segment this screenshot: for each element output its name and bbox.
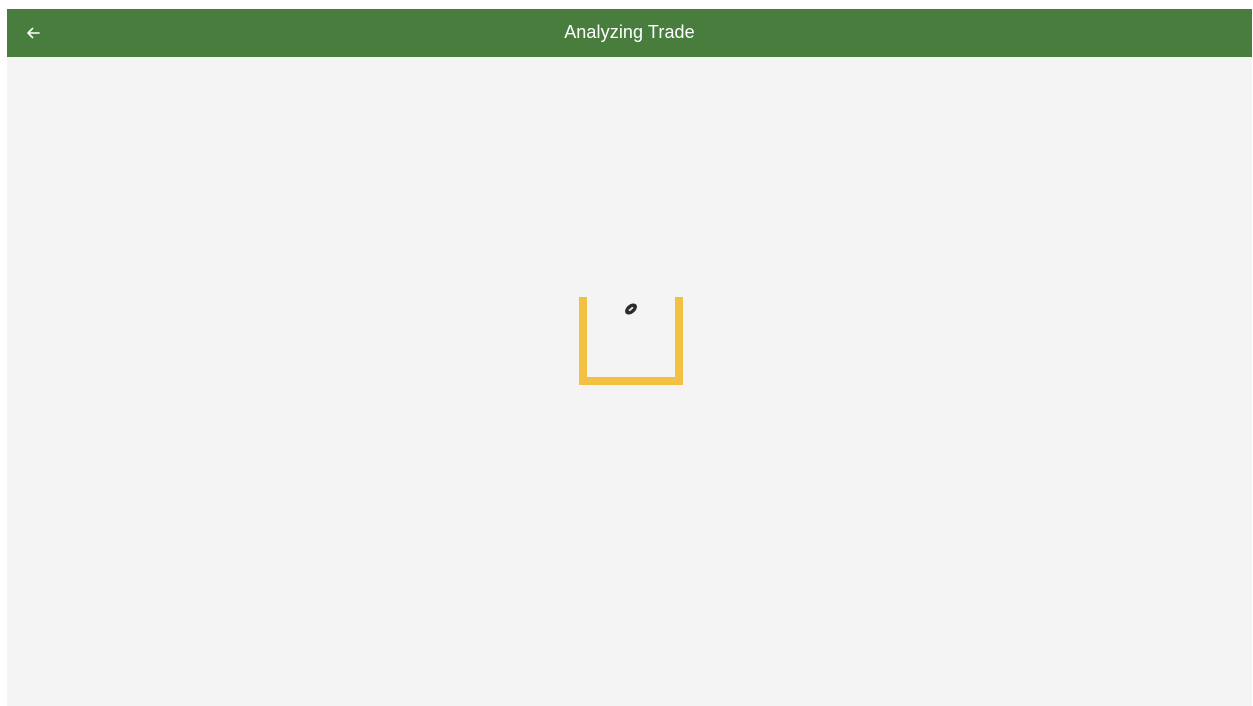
app-window: Analyzing Trade xyxy=(7,9,1252,706)
goalpost-right-upright xyxy=(675,297,683,385)
page-title: Analyzing Trade xyxy=(564,22,695,42)
loading-indicator xyxy=(579,297,683,385)
app-bar: Analyzing Trade xyxy=(7,9,1252,57)
goalpost-left-upright xyxy=(579,297,587,385)
goalpost-crossbar xyxy=(579,377,683,385)
football-icon xyxy=(623,301,639,317)
